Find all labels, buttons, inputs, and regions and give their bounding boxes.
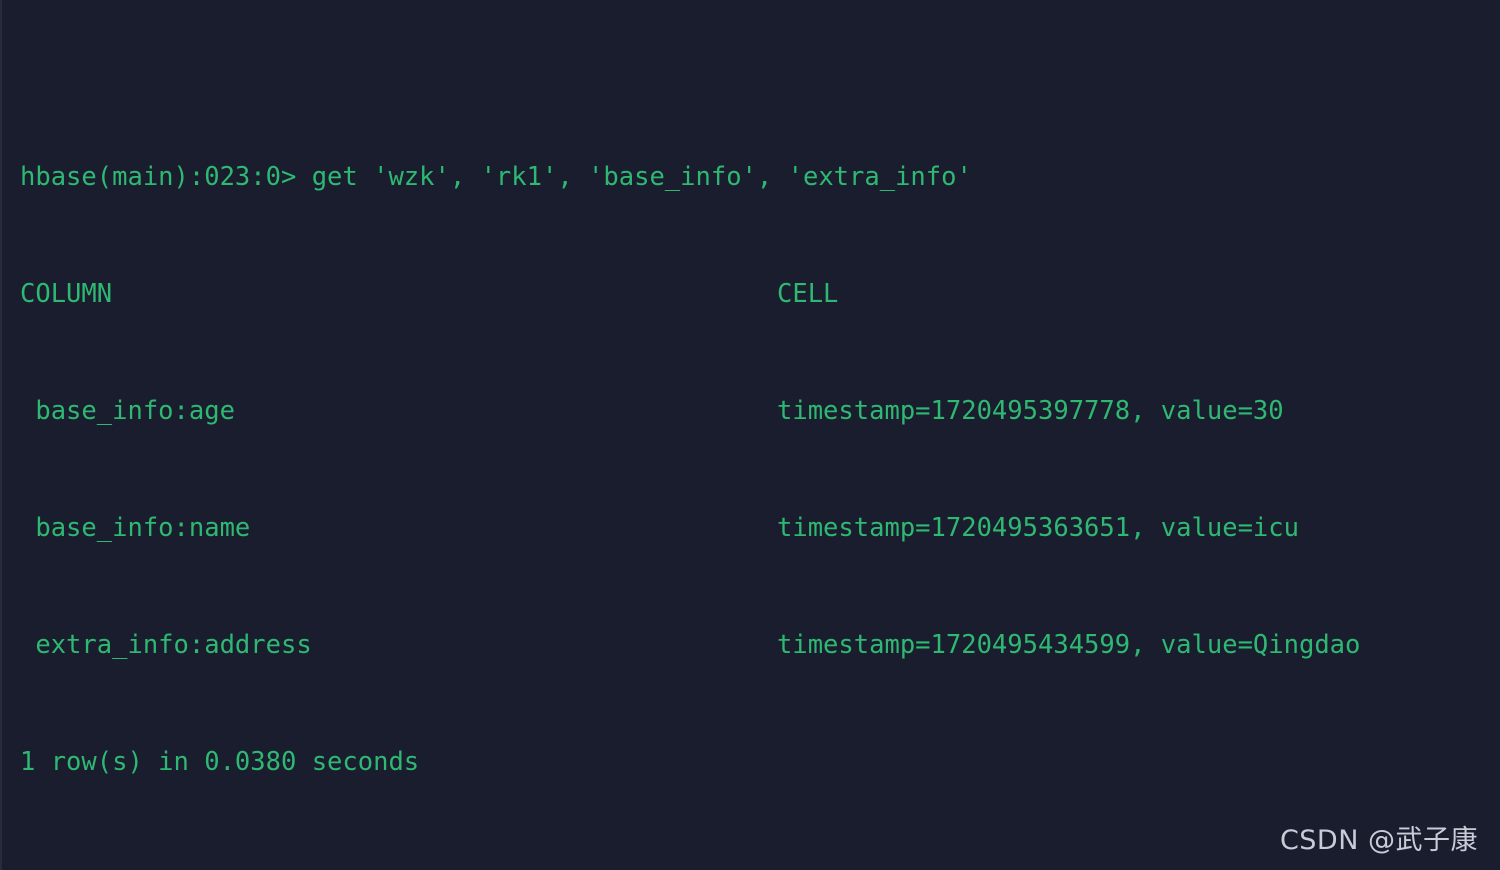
- result-summary: 1 row(s) in 0.0380 seconds: [20, 743, 1500, 782]
- command-text: hbase(main):023:0> get 'wzk', 'rk1', 'ba…: [20, 162, 972, 192]
- table-row: extra_info:address timestamp=172049543459…: [20, 626, 1500, 665]
- column-header: COLUMN: [20, 279, 113, 309]
- terminal-output: hbase(main):023:0> get 'wzk', 'rk1', 'ba…: [20, 2, 1500, 870]
- column-qualifier: extra_info:address: [20, 630, 312, 660]
- table-row: base_info:age timestamp=1720495397778, va…: [20, 392, 1500, 431]
- watermark: CSDN @武子康: [1279, 825, 1478, 856]
- table-row: base_info:name timestamp=1720495363651, v…: [20, 509, 1500, 548]
- cell-value: timestamp=1720495434599, value=Qingdao: [777, 630, 1361, 660]
- terminal-window[interactable]: hbase(main):023:0> get 'wzk', 'rk1', 'ba…: [0, 0, 1500, 870]
- table-header-row: COLUMN CELL: [20, 275, 1500, 314]
- command-line: hbase(main):023:0> get 'wzk', 'rk1', 'ba…: [20, 158, 1500, 197]
- cell-value: timestamp=1720495397778, value=30: [777, 396, 1284, 426]
- cell-header: CELL: [777, 279, 839, 309]
- result-summary-text: 1 row(s) in 0.0380 seconds: [20, 747, 420, 777]
- cell-value: timestamp=1720495363651, value=icu: [777, 513, 1299, 543]
- column-qualifier: base_info:age: [20, 396, 235, 426]
- column-qualifier: base_info:name: [20, 513, 251, 543]
